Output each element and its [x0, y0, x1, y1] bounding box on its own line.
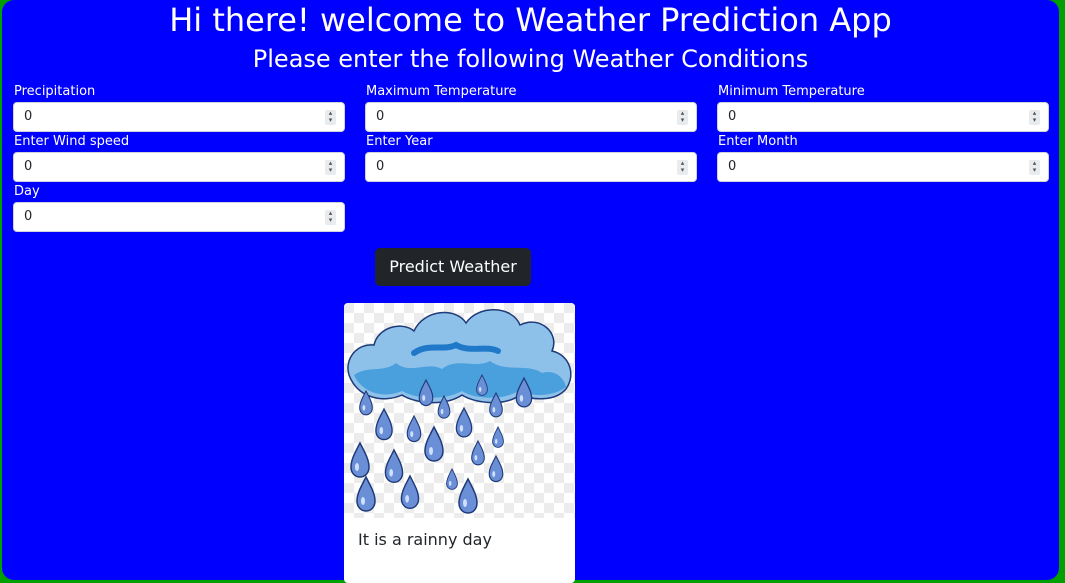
stepper-icon[interactable]: ▴ ▾ — [325, 210, 336, 225]
min-temperature-field: Minimum Temperature 0 ▴ ▾ — [717, 84, 1049, 132]
max-temperature-label: Maximum Temperature — [366, 84, 517, 99]
wind-speed-field: Enter Wind speed 0 ▴ ▾ — [13, 134, 345, 182]
min-temperature-input[interactable]: 0 ▴ ▾ — [717, 102, 1049, 132]
wind-speed-label: Enter Wind speed — [14, 134, 130, 149]
rain-cloud-icon — [344, 303, 575, 518]
month-label: Enter Month — [718, 134, 798, 149]
prediction-text: It is a rainny day — [358, 530, 492, 549]
max-temperature-input[interactable]: 0 ▴ ▾ — [365, 102, 697, 132]
year-label: Enter Year — [366, 134, 433, 149]
precipitation-label: Precipitation — [14, 84, 96, 99]
page-title: Hi there! welcome to Weather Prediction … — [169, 1, 892, 39]
max-temperature-value: 0 — [376, 109, 385, 124]
predict-weather-button[interactable]: Predict Weather — [375, 248, 531, 286]
stepper-icon[interactable]: ▴ ▾ — [1029, 160, 1040, 175]
precipitation-input[interactable]: 0 ▴ ▾ — [13, 102, 345, 132]
page-subtitle: Please enter the following Weather Condi… — [252, 45, 809, 73]
month-input[interactable]: 0 ▴ ▾ — [717, 152, 1049, 182]
precipitation-value: 0 — [24, 109, 33, 124]
stepper-icon[interactable]: ▴ ▾ — [677, 160, 688, 175]
result-card: It is a rainny day — [344, 303, 575, 583]
max-temperature-field: Maximum Temperature 0 ▴ ▾ — [365, 84, 697, 132]
stepper-icon[interactable]: ▴ ▾ — [325, 110, 336, 125]
month-field: Enter Month 0 ▴ ▾ — [717, 134, 1049, 182]
stepper-icon[interactable]: ▴ ▾ — [325, 160, 336, 175]
stepper-icon[interactable]: ▴ ▾ — [1029, 110, 1040, 125]
wind-speed-input[interactable]: 0 ▴ ▾ — [13, 152, 345, 182]
year-value: 0 — [376, 159, 385, 174]
min-temperature-label: Minimum Temperature — [718, 84, 865, 99]
precipitation-field: Precipitation 0 ▴ ▾ — [13, 84, 345, 132]
wind-speed-value: 0 — [24, 159, 33, 174]
year-input[interactable]: 0 ▴ ▾ — [365, 152, 697, 182]
stepper-icon[interactable]: ▴ ▾ — [677, 110, 688, 125]
day-field: Day 0 ▴ ▾ — [13, 184, 345, 232]
day-value: 0 — [24, 209, 33, 224]
day-label: Day — [14, 184, 40, 199]
month-value: 0 — [728, 159, 737, 174]
year-field: Enter Year 0 ▴ ▾ — [365, 134, 697, 182]
day-input[interactable]: 0 ▴ ▾ — [13, 202, 345, 232]
min-temperature-value: 0 — [728, 109, 737, 124]
